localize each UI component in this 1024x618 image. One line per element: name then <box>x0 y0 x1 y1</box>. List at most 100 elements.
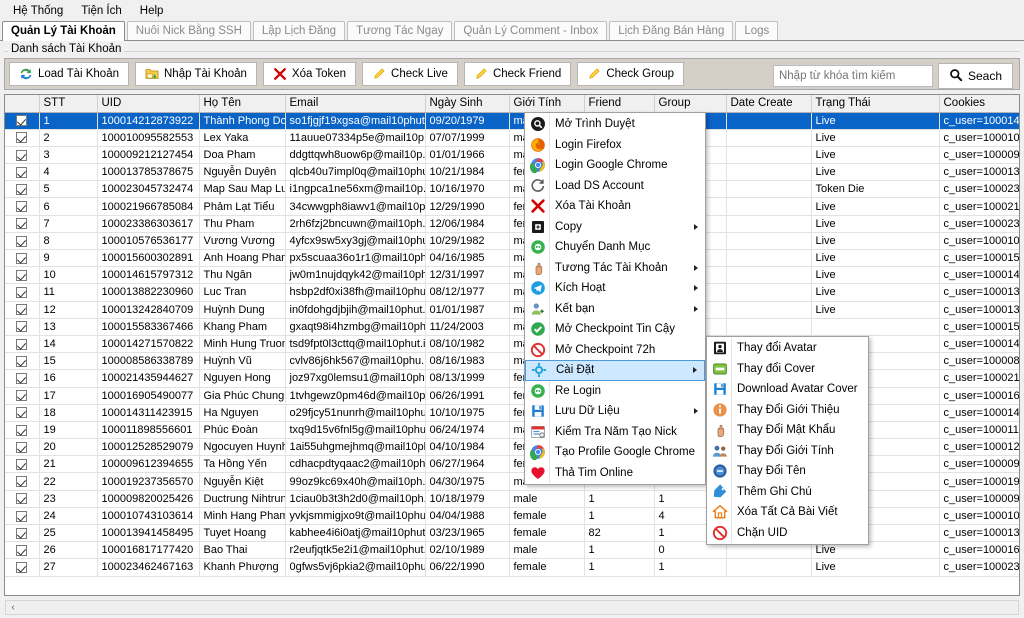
row-checkbox-cell[interactable] <box>5 266 40 285</box>
header-gioi-tinh[interactable]: Giới Tính <box>509 95 585 113</box>
submenu-item[interactable]: Thay Đổi Mật Khẩu <box>707 420 868 441</box>
submenu-item[interactable]: Xóa Tất Cả Bài Viết <box>707 502 868 523</box>
row-checkbox-cell[interactable] <box>5 180 40 199</box>
context-menu-item[interactable]: Chuyển Danh Mục <box>525 237 705 258</box>
context-menu-item[interactable]: Tạo Profile Google Chrome <box>525 442 705 463</box>
header-select-all[interactable] <box>5 95 40 113</box>
context-menu-item[interactable]: Copy <box>525 217 705 238</box>
row-checkbox-cell[interactable] <box>5 215 40 233</box>
row-checkbox-cell[interactable] <box>5 507 40 526</box>
table-row[interactable]: 9 100015600302891 Anh Hoang Pham px5scuaa36… <box>5 249 1019 268</box>
header-ngay-sinh[interactable]: Ngày Sinh <box>425 95 510 113</box>
row-checkbox-cell[interactable] <box>5 455 40 474</box>
row-checkbox-cell[interactable] <box>5 524 40 543</box>
checkbox-checked-icon[interactable] <box>16 544 28 556</box>
checkbox-checked-icon[interactable] <box>16 235 28 247</box>
context-menu-item[interactable]: Mở Checkpoint Tin Cậy <box>525 319 705 340</box>
row-checkbox-cell[interactable] <box>5 249 40 268</box>
context-menu-item[interactable]: Re Login <box>525 381 705 402</box>
row-checkbox-cell[interactable] <box>5 146 40 165</box>
table-row[interactable]: 5 100023045732474 Map Sau Map Luu i1ngpca1n… <box>5 180 1019 199</box>
checkbox-checked-icon[interactable] <box>16 132 28 144</box>
row-checkbox-cell[interactable] <box>5 558 40 577</box>
tab-quan-ly-tai-khoan[interactable]: Quản Lý Tài Khoản <box>2 21 125 41</box>
row-checkbox-cell[interactable] <box>5 197 40 216</box>
submenu-item[interactable]: Chặn UID <box>707 523 868 544</box>
nhap-tai-khoan-button[interactable]: Nhập Tài Khoản <box>135 62 257 86</box>
row-checkbox-cell[interactable] <box>5 404 40 422</box>
table-row[interactable]: 12 100013242840709 Huỳnh Dung in0fdohgdjbji… <box>5 301 1019 319</box>
menu-tien-ich[interactable]: Tiện Ích <box>72 2 130 20</box>
row-checkbox-cell[interactable] <box>5 112 40 130</box>
context-menu-item[interactable]: Login Google Chrome <box>525 155 705 176</box>
search-button[interactable]: Seach <box>937 63 1013 89</box>
checkbox-checked-icon[interactable] <box>16 115 28 127</box>
table-row[interactable]: 27 100023462467163 Khanh Phượng 0gfws5vj6pk… <box>5 558 1019 577</box>
header-trang-thai[interactable]: Trạng Thái <box>811 95 940 113</box>
row-checkbox-cell[interactable] <box>5 129 40 147</box>
header-ho-ten[interactable]: Họ Tên <box>199 95 286 113</box>
context-menu-item[interactable]: Mở Trình Duyệt <box>525 114 705 135</box>
submenu-item[interactable]: Download Avatar Cover <box>707 379 868 400</box>
header-stt[interactable]: STT <box>39 95 98 113</box>
row-checkbox-cell[interactable] <box>5 352 40 371</box>
checkbox-checked-icon[interactable] <box>16 407 28 419</box>
context-menu-item[interactable]: Login Firefox <box>525 135 705 156</box>
submenu-item[interactable]: Thay đổi Avatar <box>707 338 868 359</box>
checkbox-checked-icon[interactable] <box>16 390 28 402</box>
checkbox-checked-icon[interactable] <box>16 562 28 574</box>
row-checkbox-cell[interactable] <box>5 335 40 354</box>
search-input[interactable] <box>772 65 933 87</box>
header-email[interactable]: Email <box>285 95 426 113</box>
table-row[interactable]: 8 100010576536177 Vương Vương 4yfcx9sw5xy3g… <box>5 232 1019 251</box>
menu-he-thong[interactable]: Hệ Thống <box>4 2 72 20</box>
checkbox-checked-icon[interactable] <box>16 355 28 367</box>
tab-lap-lich-dang[interactable]: Lập Lịch Đăng <box>252 21 346 40</box>
xoa-token-button[interactable]: Xóa Token <box>262 62 357 86</box>
checkbox-checked-icon[interactable] <box>16 510 28 522</box>
checkbox-checked-icon[interactable] <box>16 287 28 299</box>
row-checkbox-cell[interactable] <box>5 232 40 251</box>
context-menu-item[interactable]: Kiểm Tra Năm Tạo Nick <box>525 422 705 443</box>
header-uid[interactable]: UID <box>97 95 200 113</box>
row-checkbox-cell[interactable] <box>5 283 40 302</box>
context-menu-item[interactable]: Load DS Account <box>525 176 705 197</box>
checkbox-checked-icon[interactable] <box>16 252 28 264</box>
submenu-item[interactable]: Thay đổi Cover <box>707 359 868 380</box>
row-checkbox-cell[interactable] <box>5 387 40 405</box>
tab-logs[interactable]: Logs <box>735 21 779 40</box>
checkbox-checked-icon[interactable] <box>16 166 28 178</box>
tab-lich-dang-ban-hang[interactable]: Lịch Đăng Bán Hàng <box>609 21 734 40</box>
checkbox-checked-icon[interactable] <box>16 304 28 316</box>
table-row[interactable]: 13 100015583367466 Khang Pham gxaqt98i4hzmb… <box>5 318 1019 336</box>
table-row[interactable]: 3 100009212127454 Doa Pham ddgttqwh8uow6p@m… <box>5 146 1019 165</box>
context-menu-item[interactable]: Kích Hoạt <box>525 278 705 299</box>
checkbox-checked-icon[interactable] <box>16 493 28 505</box>
scroll-left-arrow[interactable]: ‹ <box>6 602 20 613</box>
context-menu-item[interactable]: Lưu Dữ Liệu <box>525 401 705 422</box>
checkbox-checked-icon[interactable] <box>16 458 28 470</box>
check-live-button[interactable]: Check Live <box>362 62 458 86</box>
table-row[interactable]: 7 100023386303617 Thu Pham 2rh6fzj2bncuwn@m… <box>5 215 1019 233</box>
row-checkbox-cell[interactable] <box>5 318 40 336</box>
horizontal-scrollbar[interactable]: ‹ <box>5 600 1019 615</box>
row-checkbox-cell[interactable] <box>5 369 40 388</box>
check-group-button[interactable]: Check Group <box>577 62 685 86</box>
row-checkbox-cell[interactable] <box>5 541 40 560</box>
row-checkbox-cell[interactable] <box>5 438 40 457</box>
context-menu-item[interactable]: Xóa Tài Khoản <box>525 196 705 217</box>
context-menu-item[interactable]: Tương Tác Tài Khoản <box>525 258 705 279</box>
menu-help[interactable]: Help <box>131 2 173 20</box>
context-menu-item[interactable]: Kết bạn <box>525 299 705 320</box>
load-tai-khoan-button[interactable]: Load Tài Khoản <box>9 62 129 86</box>
checkbox-checked-icon[interactable] <box>16 149 28 161</box>
table-row[interactable]: 1100014212873922Thành Phong Do...so1fjgj… <box>5 112 1019 130</box>
submenu-item[interactable]: Thay Đổi Giới Tính <box>707 441 868 462</box>
table-row[interactable]: 6 100021966785084 Phảm Lạt Tiểu 34cwwgph8ia… <box>5 197 1019 216</box>
row-checkbox-cell[interactable] <box>5 472 40 491</box>
table-row[interactable]: 10 100014615797312 Thu Ngân jw0m1nujdqyk42@… <box>5 266 1019 285</box>
checkbox-checked-icon[interactable] <box>16 441 28 453</box>
header-cookies[interactable]: Cookies <box>939 95 1019 113</box>
row-checkbox-cell[interactable] <box>5 421 40 440</box>
table-row[interactable]: 11 100013882230960 Luc Tran hsbp2df0xi38fh@… <box>5 283 1019 302</box>
